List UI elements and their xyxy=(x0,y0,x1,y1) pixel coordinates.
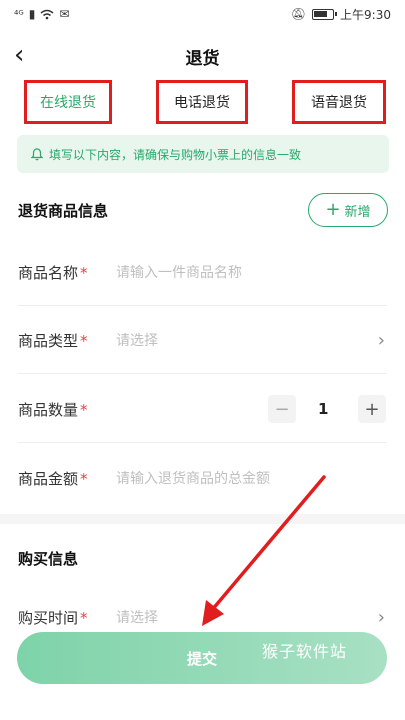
chevron-left-icon[interactable]: ‹ xyxy=(14,42,24,68)
product-name-input[interactable]: 请输入一件商品名称 xyxy=(116,262,242,282)
clock-text: 上午9:30 xyxy=(340,7,391,22)
product-amount-input[interactable]: 请输入退货商品的总金额 xyxy=(116,468,270,488)
nav-bar: ‹ 退货 xyxy=(0,38,405,74)
watermark: 猴子软件站 xyxy=(262,642,348,661)
tab-online-return[interactable]: 在线退货 xyxy=(24,80,112,124)
chevron-right-icon: › xyxy=(377,606,385,628)
submit-label: 提交 xyxy=(186,649,217,668)
tab-phone-return[interactable]: 电话退货 xyxy=(156,80,248,124)
field-label: 商品名称 * xyxy=(18,263,88,282)
cellular-icon: ▮ xyxy=(28,7,36,21)
bell-icon xyxy=(31,147,43,160)
notice-text: 填写以下内容，请确保与购物小票上的信息一致 xyxy=(49,147,302,162)
chevron-right-icon: › xyxy=(377,329,385,351)
tab-voice-return[interactable]: 语音退货 xyxy=(292,80,386,124)
goods-section-title: 退货商品信息 xyxy=(18,202,109,220)
section-gap xyxy=(0,514,405,524)
quantity-value[interactable]: 1 xyxy=(318,400,328,418)
mail-icon: ✉ xyxy=(59,7,70,21)
field-row-product-name[interactable]: 商品名称 * 请输入一件商品名称 xyxy=(0,238,405,306)
status-bar: ⁴ᴳ ▮ ✉ 🔕︎ 上午9:30 xyxy=(0,0,405,28)
battery-icon xyxy=(312,8,338,20)
add-item-label: 新增 xyxy=(344,204,371,220)
quantity-increment-button[interactable]: + xyxy=(358,395,386,423)
field-row-product-quantity: 商品数量 * − 1 + xyxy=(0,375,405,443)
quantity-decrement-button[interactable]: − xyxy=(268,395,296,423)
product-type-select[interactable]: 请选择 xyxy=(116,330,158,350)
plus-icon: + xyxy=(325,199,341,220)
field-row-product-amount[interactable]: 商品金额 * 请输入退货商品的总金额 xyxy=(0,444,405,512)
field-label: 商品数量 * xyxy=(18,400,88,419)
wifi-icon xyxy=(40,9,54,19)
page-title: 退货 xyxy=(185,48,220,69)
mute-icon: 🔕︎ xyxy=(290,7,307,21)
field-label: 商品类型 * xyxy=(18,331,88,350)
field-label: 商品金额 * xyxy=(18,469,88,488)
purchase-section-title: 购买信息 xyxy=(18,550,79,568)
divider xyxy=(18,373,387,374)
divider xyxy=(18,442,387,443)
add-item-button[interactable]: + 新增 xyxy=(308,193,388,227)
return-method-tabs: 在线退货 电话退货 语音退货 xyxy=(0,80,405,128)
field-row-product-type[interactable]: 商品类型 * 请选择 › xyxy=(0,306,405,374)
field-label: 购买时间 * xyxy=(18,608,88,627)
purchase-time-select[interactable]: 请选择 xyxy=(116,607,158,627)
info-notice: 填写以下内容，请确保与购物小票上的信息一致 xyxy=(17,135,389,173)
signal-icon: ⁴ᴳ xyxy=(14,7,24,21)
